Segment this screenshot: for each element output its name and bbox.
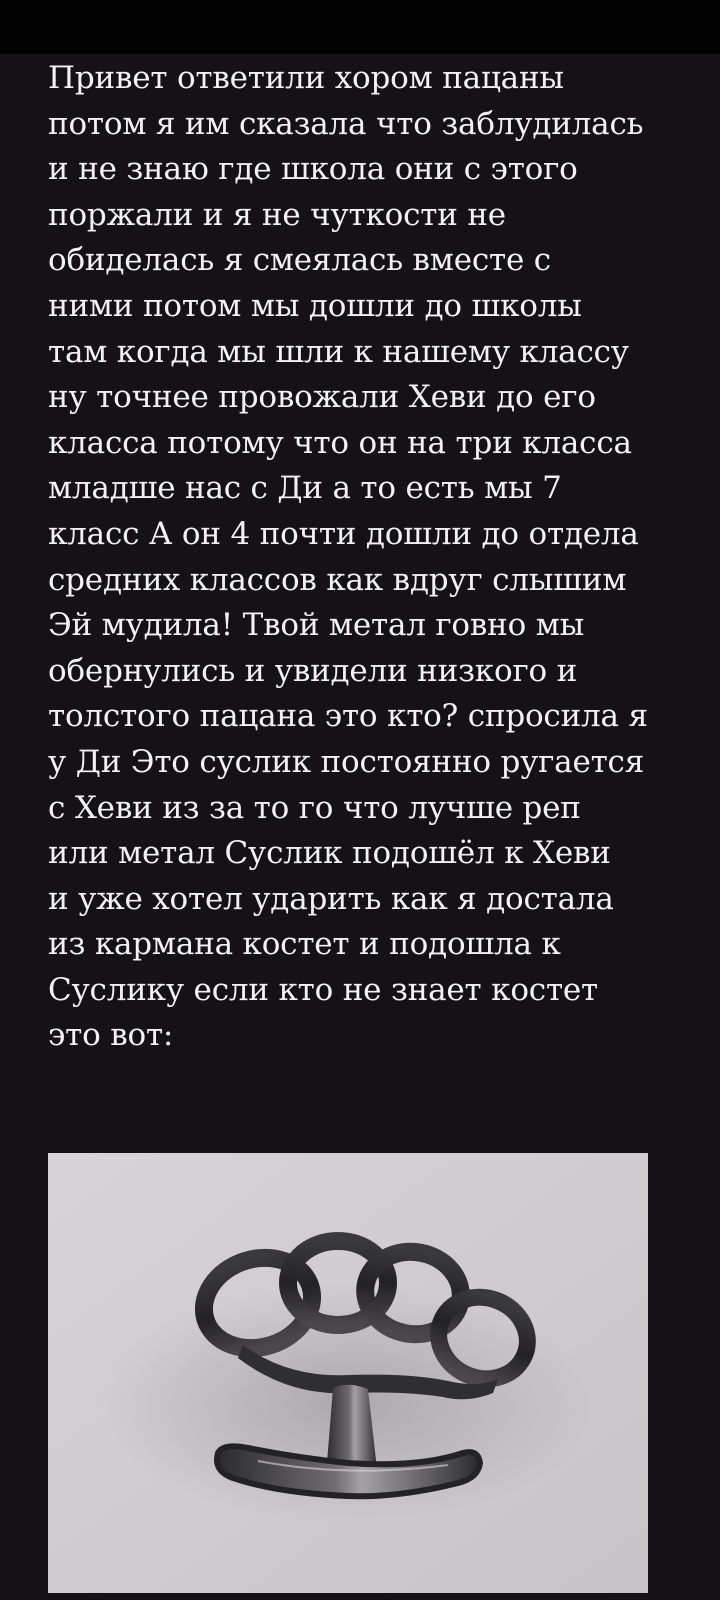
story-line: обернулись и увидели низкого и <box>48 652 578 689</box>
story-line: с Хеви из за то го что лучше реп <box>48 789 581 826</box>
story-content: Привет ответили хором пацаны потом я им … <box>48 54 688 1059</box>
story-text: Привет ответили хором пацаны потом я им … <box>48 54 688 1059</box>
story-line: ними потом мы дошли до школы <box>48 287 582 324</box>
story-line: там когда мы шли к нашему классу <box>48 333 629 370</box>
story-line: средних классов как вдруг слышим <box>48 561 627 598</box>
story-line: или метал Суслик подошёл к Хеви <box>48 835 611 872</box>
story-line: толстого пацана это кто? спросила я <box>48 698 648 735</box>
story-line: и не знаю где школа они с этого <box>48 151 578 188</box>
story-line: младше нас с Ди а то есть мы 7 <box>48 470 562 507</box>
story-line: потом я им сказала что заблудилась <box>48 105 644 142</box>
story-line: это вот: <box>48 1017 174 1054</box>
story-line: у Ди Это суслик постоянно ругается <box>48 743 645 780</box>
brass-knuckles-image[interactable] <box>48 1153 648 1593</box>
story-line: из кармана костет и подошла к <box>48 926 561 963</box>
story-line: класс А он 4 почти дошли до отдела <box>48 515 639 552</box>
story-line: ну точнее провожали Хеви до его <box>48 379 596 416</box>
story-line: Привет ответили хором пацаны <box>48 60 564 96</box>
story-line: Суслику если кто не знает костет <box>48 971 599 1008</box>
story-line: и уже хотел ударить как я достала <box>48 880 614 917</box>
status-bar <box>0 0 720 54</box>
story-line: обиделась я смеялась вместе с <box>48 242 551 279</box>
brass-knuckles-illustration <box>48 1153 648 1593</box>
story-line: поржали и я не чуткости не <box>48 196 506 233</box>
story-line: класса потому что он на три класса <box>48 424 632 461</box>
story-line: Эй мудила! Твой метал говно мы <box>48 607 585 644</box>
